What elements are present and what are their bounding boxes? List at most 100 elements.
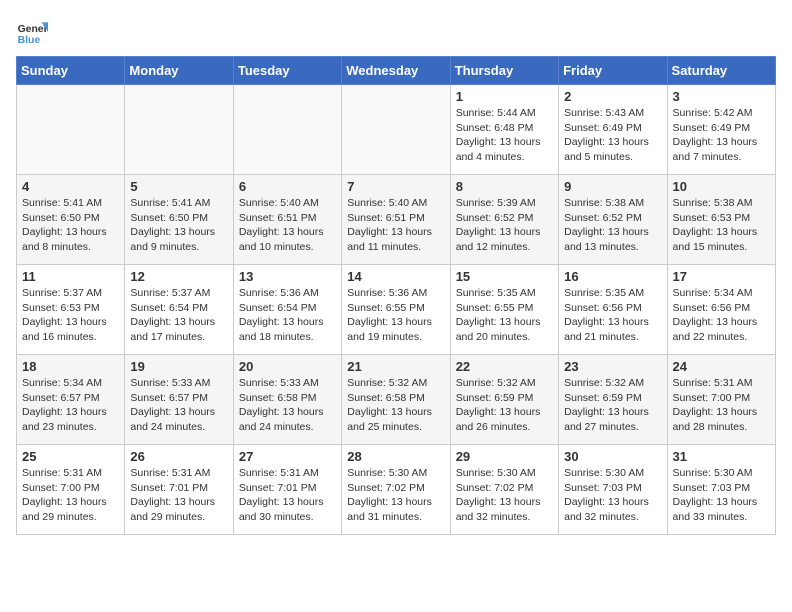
calendar-week-row: 18Sunrise: 5:34 AM Sunset: 6:57 PM Dayli…: [17, 355, 776, 445]
day-number: 20: [239, 359, 336, 374]
calendar-cell: [125, 85, 233, 175]
day-number: 23: [564, 359, 661, 374]
day-number: 12: [130, 269, 227, 284]
day-info: Sunrise: 5:36 AM Sunset: 6:54 PM Dayligh…: [239, 286, 336, 345]
logo: General Blue: [16, 16, 48, 48]
calendar-table: SundayMondayTuesdayWednesdayThursdayFrid…: [16, 56, 776, 535]
calendar-header-row: SundayMondayTuesdayWednesdayThursdayFrid…: [17, 57, 776, 85]
day-info: Sunrise: 5:38 AM Sunset: 6:53 PM Dayligh…: [673, 196, 770, 255]
logo-icon: General Blue: [16, 16, 48, 48]
day-info: Sunrise: 5:40 AM Sunset: 6:51 PM Dayligh…: [347, 196, 444, 255]
calendar-cell: [17, 85, 125, 175]
day-info: Sunrise: 5:34 AM Sunset: 6:56 PM Dayligh…: [673, 286, 770, 345]
calendar-cell: 12 Sunrise: 5:37 AM Sunset: 6:54 PM Dayli…: [125, 265, 233, 355]
day-info: Sunrise: 5:32 AM Sunset: 6:59 PM Dayligh…: [564, 376, 661, 435]
calendar-cell: 9 Sunrise: 5:38 AM Sunset: 6:52 PM Daylig…: [559, 175, 667, 265]
day-info: Sunrise: 5:30 AM Sunset: 7:02 PM Dayligh…: [456, 466, 553, 525]
day-info: Sunrise: 5:35 AM Sunset: 6:56 PM Dayligh…: [564, 286, 661, 345]
calendar-cell: 13 Sunrise: 5:36 AM Sunset: 6:54 PM Dayli…: [233, 265, 341, 355]
day-number: 29: [456, 449, 553, 464]
calendar-cell: 20 Sunrise: 5:33 AM Sunset: 6:58 PM Dayli…: [233, 355, 341, 445]
day-number: 15: [456, 269, 553, 284]
day-info: Sunrise: 5:38 AM Sunset: 6:52 PM Dayligh…: [564, 196, 661, 255]
day-info: Sunrise: 5:32 AM Sunset: 6:59 PM Dayligh…: [456, 376, 553, 435]
day-number: 8: [456, 179, 553, 194]
day-number: 19: [130, 359, 227, 374]
day-info: Sunrise: 5:31 AM Sunset: 7:00 PM Dayligh…: [22, 466, 119, 525]
calendar-cell: 31Sunrise: 5:30 AM Sunset: 7:03 PM Dayli…: [667, 445, 775, 535]
calendar-cell: 11 Sunrise: 5:37 AM Sunset: 6:53 PM Dayli…: [17, 265, 125, 355]
day-info: Sunrise: 5:31 AM Sunset: 7:01 PM Dayligh…: [239, 466, 336, 525]
day-number: 10: [673, 179, 770, 194]
calendar-cell: [233, 85, 341, 175]
calendar-cell: 6Sunrise: 5:40 AM Sunset: 6:51 PM Daylig…: [233, 175, 341, 265]
day-number: 16: [564, 269, 661, 284]
day-info: Sunrise: 5:32 AM Sunset: 6:58 PM Dayligh…: [347, 376, 444, 435]
day-info: Sunrise: 5:39 AM Sunset: 6:52 PM Dayligh…: [456, 196, 553, 255]
column-header-thursday: Thursday: [450, 57, 558, 85]
day-number: 2: [564, 89, 661, 104]
day-info: Sunrise: 5:41 AM Sunset: 6:50 PM Dayligh…: [130, 196, 227, 255]
day-number: 26: [130, 449, 227, 464]
day-number: 21: [347, 359, 444, 374]
day-number: 30: [564, 449, 661, 464]
day-info: Sunrise: 5:36 AM Sunset: 6:55 PM Dayligh…: [347, 286, 444, 345]
day-info: Sunrise: 5:33 AM Sunset: 6:57 PM Dayligh…: [130, 376, 227, 435]
day-info: Sunrise: 5:41 AM Sunset: 6:50 PM Dayligh…: [22, 196, 119, 255]
calendar-week-row: 11 Sunrise: 5:37 AM Sunset: 6:53 PM Dayli…: [17, 265, 776, 355]
day-number: 31: [673, 449, 770, 464]
day-number: 14: [347, 269, 444, 284]
calendar-cell: 10 Sunrise: 5:38 AM Sunset: 6:53 PM Dayli…: [667, 175, 775, 265]
day-number: 27: [239, 449, 336, 464]
day-info: Sunrise: 5:31 AM Sunset: 7:00 PM Dayligh…: [673, 376, 770, 435]
day-info: Sunrise: 5:37 AM Sunset: 6:54 PM Dayligh…: [130, 286, 227, 345]
day-info: Sunrise: 5:30 AM Sunset: 7:02 PM Dayligh…: [347, 466, 444, 525]
day-number: 22: [456, 359, 553, 374]
calendar-cell: 30 Sunrise: 5:30 AM Sunset: 7:03 PM Dayli…: [559, 445, 667, 535]
calendar-cell: 8 Sunrise: 5:39 AM Sunset: 6:52 PM Daylig…: [450, 175, 558, 265]
day-number: 13: [239, 269, 336, 284]
calendar-cell: 23 Sunrise: 5:32 AM Sunset: 6:59 PM Dayli…: [559, 355, 667, 445]
day-info: Sunrise: 5:43 AM Sunset: 6:49 PM Dayligh…: [564, 106, 661, 165]
calendar-cell: 4 Sunrise: 5:41 AM Sunset: 6:50 PM Daylig…: [17, 175, 125, 265]
day-number: 5: [130, 179, 227, 194]
column-header-tuesday: Tuesday: [233, 57, 341, 85]
day-info: Sunrise: 5:37 AM Sunset: 6:53 PM Dayligh…: [22, 286, 119, 345]
calendar-cell: 26 Sunrise: 5:31 AM Sunset: 7:01 PM Dayli…: [125, 445, 233, 535]
column-header-saturday: Saturday: [667, 57, 775, 85]
day-info: Sunrise: 5:35 AM Sunset: 6:55 PM Dayligh…: [456, 286, 553, 345]
day-info: Sunrise: 5:30 AM Sunset: 7:03 PM Dayligh…: [564, 466, 661, 525]
calendar-cell: 29 Sunrise: 5:30 AM Sunset: 7:02 PM Dayli…: [450, 445, 558, 535]
day-number: 24: [673, 359, 770, 374]
calendar-cell: 24 Sunrise: 5:31 AM Sunset: 7:00 PM Dayli…: [667, 355, 775, 445]
calendar-cell: 2 Sunrise: 5:43 AM Sunset: 6:49 PM Daylig…: [559, 85, 667, 175]
calendar-cell: 22 Sunrise: 5:32 AM Sunset: 6:59 PM Dayli…: [450, 355, 558, 445]
calendar-cell: 18Sunrise: 5:34 AM Sunset: 6:57 PM Dayli…: [17, 355, 125, 445]
day-info: Sunrise: 5:44 AM Sunset: 6:48 PM Dayligh…: [456, 106, 553, 165]
day-number: 1: [456, 89, 553, 104]
day-number: 11: [22, 269, 119, 284]
day-number: 28: [347, 449, 444, 464]
calendar-cell: 19 Sunrise: 5:33 AM Sunset: 6:57 PM Dayli…: [125, 355, 233, 445]
column-header-monday: Monday: [125, 57, 233, 85]
calendar-week-row: 4 Sunrise: 5:41 AM Sunset: 6:50 PM Daylig…: [17, 175, 776, 265]
day-number: 18: [22, 359, 119, 374]
day-info: Sunrise: 5:40 AM Sunset: 6:51 PM Dayligh…: [239, 196, 336, 255]
calendar-cell: 17Sunrise: 5:34 AM Sunset: 6:56 PM Dayli…: [667, 265, 775, 355]
calendar-cell: 1 Sunrise: 5:44 AM Sunset: 6:48 PM Daylig…: [450, 85, 558, 175]
day-number: 7: [347, 179, 444, 194]
day-number: 4: [22, 179, 119, 194]
calendar-week-row: 1 Sunrise: 5:44 AM Sunset: 6:48 PM Daylig…: [17, 85, 776, 175]
calendar-cell: 25Sunrise: 5:31 AM Sunset: 7:00 PM Dayli…: [17, 445, 125, 535]
calendar-cell: 3Sunrise: 5:42 AM Sunset: 6:49 PM Daylig…: [667, 85, 775, 175]
calendar-cell: 21 Sunrise: 5:32 AM Sunset: 6:58 PM Dayli…: [342, 355, 450, 445]
calendar-cell: 5 Sunrise: 5:41 AM Sunset: 6:50 PM Daylig…: [125, 175, 233, 265]
day-number: 9: [564, 179, 661, 194]
day-number: 3: [673, 89, 770, 104]
calendar-cell: 28 Sunrise: 5:30 AM Sunset: 7:02 PM Dayli…: [342, 445, 450, 535]
column-header-sunday: Sunday: [17, 57, 125, 85]
day-info: Sunrise: 5:33 AM Sunset: 6:58 PM Dayligh…: [239, 376, 336, 435]
calendar-cell: 16 Sunrise: 5:35 AM Sunset: 6:56 PM Dayli…: [559, 265, 667, 355]
day-info: Sunrise: 5:31 AM Sunset: 7:01 PM Dayligh…: [130, 466, 227, 525]
column-header-wednesday: Wednesday: [342, 57, 450, 85]
